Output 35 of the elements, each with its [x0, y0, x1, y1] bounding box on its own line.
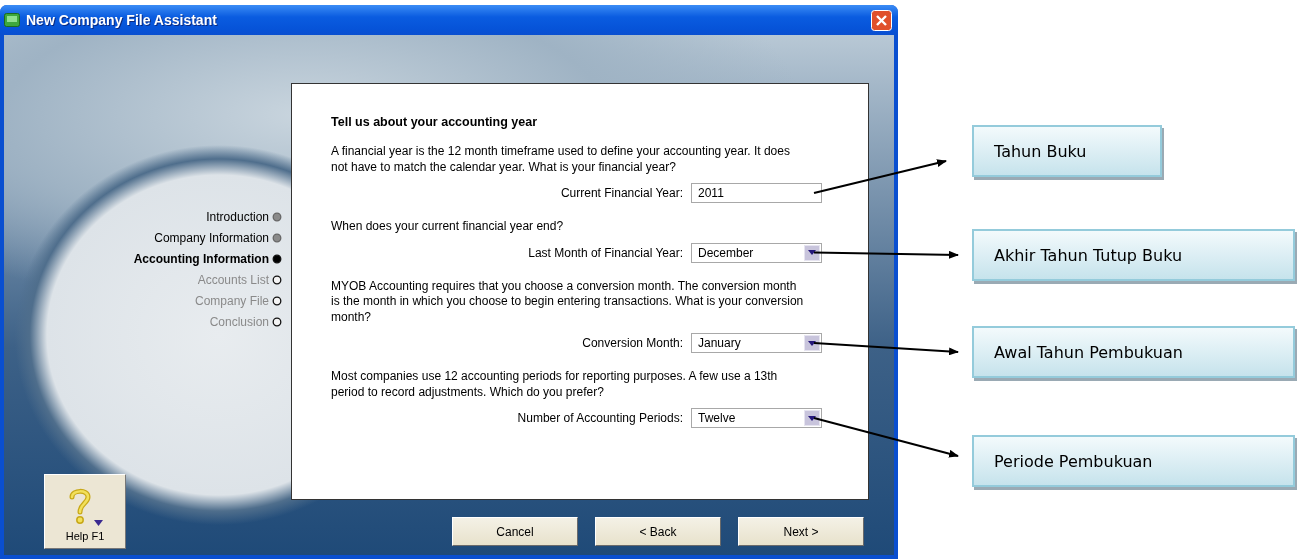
callout-label: Periode Pembukuan: [972, 435, 1295, 487]
step-label: Accounting Information: [133, 252, 269, 266]
callout-label: Awal Tahun Pembukuan: [972, 326, 1295, 378]
question-mark-icon: [67, 486, 93, 526]
field-label: Last Month of Financial Year:: [528, 245, 683, 260]
step-label: Conclusion: [209, 315, 269, 329]
input-field[interactable]: 2011: [691, 183, 822, 203]
app-icon: [4, 13, 20, 27]
page-heading: Tell us about your accounting year: [331, 114, 539, 130]
callout-label: Akhir Tahun Tutup Buku: [972, 229, 1295, 281]
step-label: Introduction: [206, 210, 269, 224]
question-text: MYOB Accounting requires that you choose a conversion month. The conversion month is the month in which you choose to begin entering transactions. What is your conversion month?: [331, 278, 805, 325]
help-button[interactable]: Help F1: [44, 474, 126, 549]
caret-icon: [94, 520, 103, 526]
step-label: Company Information: [154, 231, 269, 245]
callout-label: Tahun Buku: [972, 125, 1162, 177]
question-text: A financial year is the 12 month timeframe used to define your accounting year. It does not have to match the calendar year. What is your financial year?: [331, 144, 791, 175]
wizard-button[interactable]: Next >: [738, 517, 864, 546]
question-text: When does your current financial year end?: [331, 219, 565, 235]
dropdown[interactable]: December: [691, 242, 822, 263]
dropdown[interactable]: January: [691, 333, 822, 353]
field-label: Number of Accounting Periods:: [517, 411, 683, 425]
step-label: Accounts List: [197, 273, 269, 287]
wizard-button[interactable]: Cancel: [452, 517, 578, 546]
caret-icon: [808, 415, 816, 421]
field-label: Conversion Month:: [582, 336, 683, 350]
caret-icon: [808, 340, 816, 346]
step-label: Company File: [194, 294, 269, 308]
window-title: New Company File Assistant: [26, 12, 218, 28]
caret-icon: [808, 250, 816, 255]
field-label: Current Financial Year:: [560, 186, 683, 200]
wizard-button[interactable]: < Back: [595, 517, 721, 546]
question-text: Most companies use 12 accounting periods for reporting purposes. A few use a 13th period to record adjustments. Which do you prefer?: [331, 369, 779, 400]
close-icon[interactable]: [871, 9, 892, 31]
dropdown[interactable]: Twelve: [691, 408, 822, 428]
